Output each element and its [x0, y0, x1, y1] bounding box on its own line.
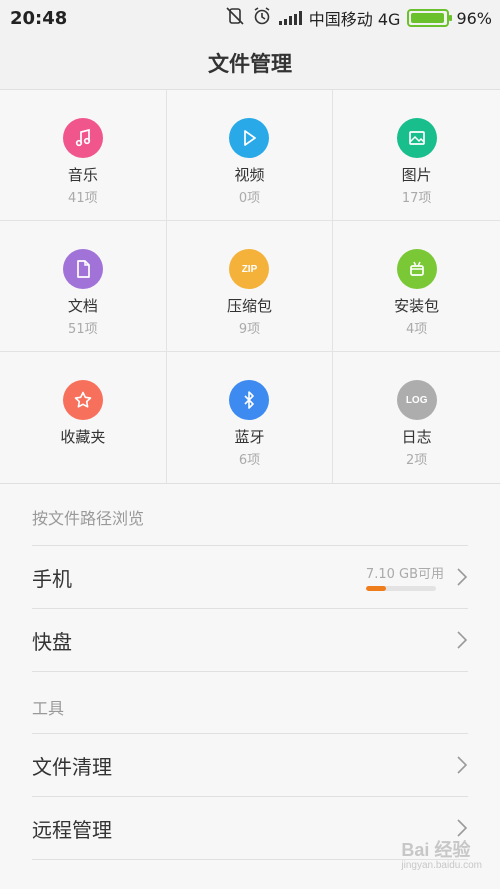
category-label: 文档 — [67, 297, 98, 315]
category-android[interactable]: 安装包 4项 — [333, 221, 500, 352]
status-bar: 20:48 中国移动 4G 96% — [0, 0, 500, 36]
category-grid: 音乐 41项 视频 0项 图片 17项文档 51项 ZIP 压缩包 9项 安装包 4项收藏夹 蓝牙 6项 L… — [0, 90, 500, 484]
storage-bar — [365, 586, 436, 591]
category-count: 17项 — [401, 191, 432, 206]
chevron-right-icon — [457, 568, 468, 586]
title-bar: 文件管理 — [0, 36, 500, 90]
category-play[interactable]: 视频 0项 — [166, 90, 334, 221]
music-note-icon — [62, 118, 103, 158]
image-icon — [396, 118, 437, 158]
row-kuaipan[interactable]: 快盘 — [32, 609, 468, 672]
row-file-cleanup-label: 文件清理 — [32, 754, 112, 779]
category-log[interactable]: LOG 日志 2项 — [333, 352, 500, 483]
android-icon — [396, 249, 437, 289]
row-kuaipan-label: 快盘 — [32, 629, 72, 654]
row-phone-label: 手机 — [32, 566, 72, 591]
bluetooth-icon — [229, 380, 270, 420]
row-phone[interactable]: 手机 7.10 GB可用 — [32, 546, 468, 609]
battery-icon — [407, 9, 453, 27]
category-image[interactable]: 图片 17项 — [333, 90, 500, 221]
row-remote-management-label: 远程管理 — [32, 817, 112, 842]
category-count: 2项 — [406, 453, 428, 468]
category-count: 51项 — [68, 322, 98, 337]
section-header-tools: 工具 — [32, 672, 468, 734]
category-count: 9项 — [238, 322, 261, 337]
category-label: 图片 — [401, 166, 432, 184]
category-count: 6项 — [238, 453, 261, 468]
storage-bar-fill — [365, 586, 386, 591]
chevron-right-icon — [457, 819, 468, 837]
mute-vibrate-icon — [225, 7, 245, 29]
star-icon — [62, 380, 103, 420]
document-icon — [62, 249, 103, 289]
log-icon: LOG — [396, 380, 437, 420]
row-file-cleanup[interactable]: 文件清理 — [32, 734, 468, 797]
section-header-browse: 按文件路径浏览 — [32, 484, 468, 546]
category-label: 安装包 — [394, 297, 440, 315]
category-label: 日志 — [401, 428, 432, 446]
watermark-subtext: jingyan.baidu.com — [401, 860, 482, 871]
zip-icon: ZIP — [229, 249, 270, 289]
play-icon — [229, 118, 270, 158]
category-label: 视频 — [234, 166, 265, 184]
category-label: 蓝牙 — [234, 428, 265, 446]
page-title: 文件管理 — [208, 51, 292, 76]
watermark-text: Bai 经验 — [401, 840, 471, 860]
battery-percent: 96% — [456, 8, 492, 28]
icon-label: LOG — [405, 394, 428, 406]
chevron-right-icon — [457, 756, 468, 774]
category-count: 0项 — [238, 191, 261, 206]
icon-label: ZIP — [241, 263, 258, 275]
carrier-label: 中国移动 4G — [308, 10, 401, 29]
category-zip[interactable]: ZIP 压缩包 9项 — [166, 221, 334, 352]
category-label: 压缩包 — [226, 297, 272, 315]
status-time: 20:48 — [10, 7, 68, 29]
category-star[interactable]: 收藏夹 — [0, 352, 167, 483]
category-document[interactable]: 文档 51项 — [0, 221, 167, 352]
alarm-icon — [252, 7, 272, 29]
chevron-right-icon — [457, 631, 468, 649]
category-music-note[interactable]: 音乐 41项 — [0, 90, 167, 221]
browse-section: 按文件路径浏览 手机 7.10 GB可用 快盘 工具 文件清理 远程管理 — [0, 484, 500, 860]
watermark: Bai 经验 jingyan.baidu.com — [401, 841, 482, 871]
category-label: 音乐 — [67, 166, 98, 184]
category-count: 41项 — [68, 191, 98, 206]
storage-free-text: 7.10 GB可用 — [365, 567, 444, 582]
storage-info: 7.10 GB可用 — [365, 563, 444, 591]
signal-icon — [278, 11, 302, 25]
status-indicators: 中国移动 4G 96% — [225, 6, 492, 30]
category-bluetooth[interactable]: 蓝牙 6项 — [167, 352, 334, 483]
category-label: 收藏夹 — [60, 428, 106, 446]
category-count: 4项 — [406, 322, 428, 337]
battery-level — [411, 13, 445, 23]
